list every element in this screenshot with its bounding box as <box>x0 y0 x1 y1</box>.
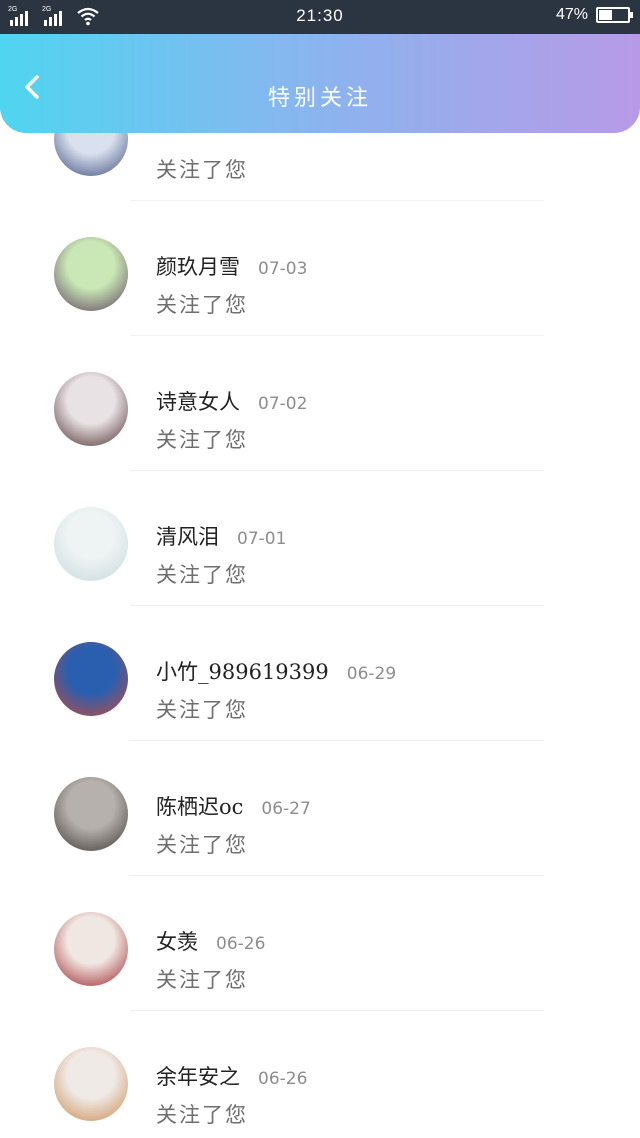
list-item[interactable]: 关注了您 <box>0 133 640 201</box>
list-item[interactable]: 清风泪 07-01 关注了您 <box>0 471 640 606</box>
avatar[interactable] <box>54 912 128 986</box>
avatar[interactable] <box>54 1047 128 1121</box>
follower-list[interactable]: 关注了您 颜玖月雪 07-03 关注了您 诗意女人 07-02 关注了您 清风泪… <box>0 133 640 1138</box>
battery-level <box>599 10 612 20</box>
name-row: 颜玖月雪 07-03 <box>156 251 307 281</box>
list-item[interactable]: 小竹_989619399 06-29 关注了您 <box>0 606 640 741</box>
user-name[interactable]: 诗意女人 <box>156 386 240 416</box>
status-right: 47% <box>555 6 633 24</box>
user-name[interactable]: 颜玖月雪 <box>156 251 240 281</box>
follow-status: 关注了您 <box>156 833 248 857</box>
name-row: 清风泪 07-01 <box>156 521 286 551</box>
follow-status: 关注了您 <box>156 563 248 587</box>
follow-date: 07-03 <box>258 259 308 279</box>
page-title: 特别关注 <box>267 86 372 111</box>
follow-date: 06-26 <box>216 934 266 954</box>
follow-status: 关注了您 <box>156 158 248 182</box>
follow-date: 07-01 <box>237 529 287 549</box>
battery-percent: 47% <box>555 6 588 23</box>
battery-icon <box>596 7 633 23</box>
follower-list-inner: 关注了您 颜玖月雪 07-03 关注了您 诗意女人 07-02 关注了您 清风泪… <box>0 133 640 1138</box>
follow-date: 06-27 <box>261 799 311 819</box>
follow-status: 关注了您 <box>156 293 248 317</box>
avatar[interactable] <box>54 507 128 581</box>
header-bar: 特别关注 <box>0 34 640 133</box>
name-row: 小竹_989619399 06-29 <box>156 656 396 686</box>
avatar[interactable] <box>54 133 128 176</box>
list-item[interactable]: 女羡 06-26 关注了您 <box>0 876 640 1011</box>
list-item[interactable]: 余年安之 06-26 关注了您 <box>0 1011 640 1138</box>
status-time: 21:30 <box>296 6 344 25</box>
follow-status: 关注了您 <box>156 968 248 992</box>
name-row: 诗意女人 07-02 <box>156 386 307 416</box>
avatar[interactable] <box>54 642 128 716</box>
avatar[interactable] <box>54 372 128 446</box>
status-bar: 2G 2G 21:30 47% <box>0 0 640 34</box>
follow-date: 06-29 <box>346 664 397 684</box>
user-name[interactable]: 余年安之 <box>156 1061 240 1091</box>
list-item[interactable]: 颜玖月雪 07-03 关注了您 <box>0 201 640 336</box>
follow-status: 关注了您 <box>156 698 248 722</box>
follow-status: 关注了您 <box>156 428 248 452</box>
user-name[interactable]: 陈栖迟oc <box>156 791 243 821</box>
user-name[interactable]: 小竹_989619399 <box>156 656 329 686</box>
avatar[interactable] <box>54 237 128 311</box>
follow-date: 06-26 <box>258 1069 308 1089</box>
name-row: 陈栖迟oc 06-27 <box>156 791 311 821</box>
user-name[interactable]: 清风泪 <box>156 521 219 551</box>
list-item[interactable]: 陈栖迟oc 06-27 关注了您 <box>0 741 640 876</box>
name-row: 余年安之 06-26 <box>156 1061 307 1091</box>
user-name[interactable]: 女羡 <box>156 926 198 956</box>
list-item[interactable]: 诗意女人 07-02 关注了您 <box>0 336 640 471</box>
follow-status: 关注了您 <box>156 1103 248 1127</box>
follow-date: 07-02 <box>258 394 308 414</box>
name-row: 女羡 06-26 <box>156 926 265 956</box>
avatar[interactable] <box>54 777 128 851</box>
